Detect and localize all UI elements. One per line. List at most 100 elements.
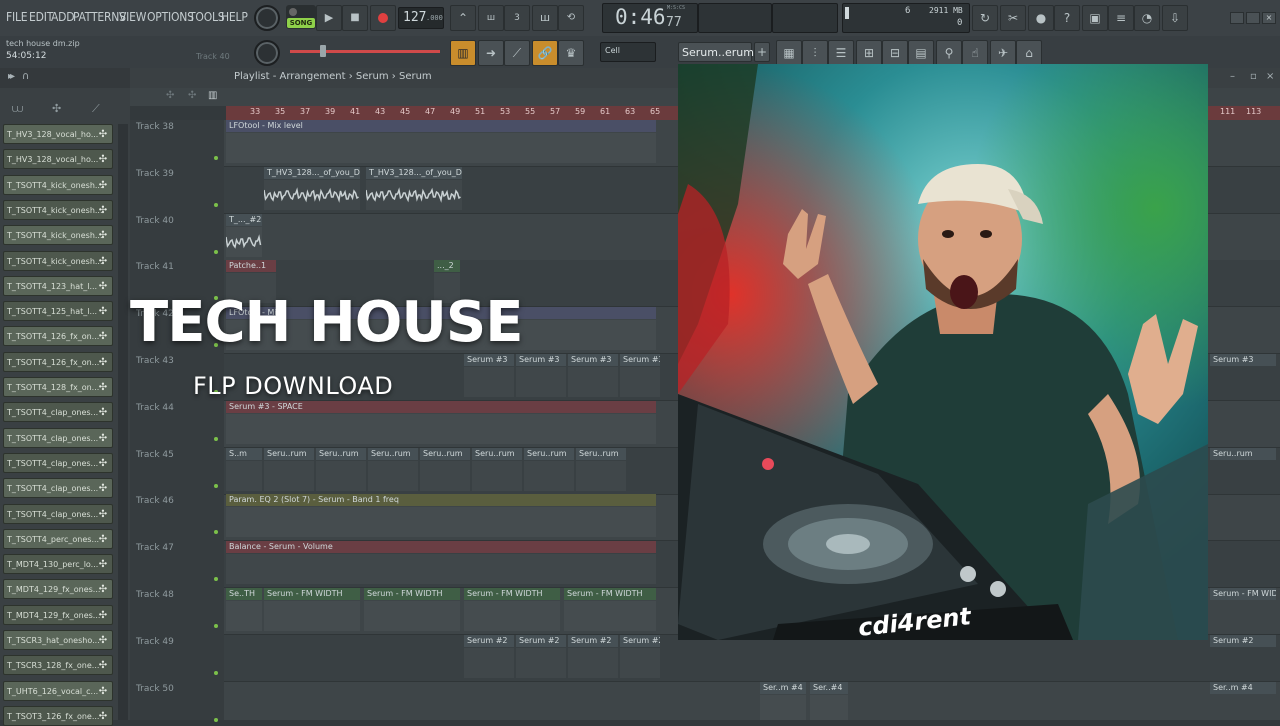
add-to-project-icon[interactable]: ✣ [96, 580, 110, 598]
pattern-clip[interactable]: Seru..rum [576, 447, 626, 460]
menu-patterns[interactable]: PATTERNS [73, 10, 126, 24]
playlist-close-icon[interactable]: × [1266, 71, 1274, 82]
add-to-project-icon[interactable]: ✣ [96, 403, 110, 421]
track-label[interactable]: Track 48 [136, 590, 174, 600]
plugin-icon[interactable]: ⊟ [882, 40, 908, 66]
browser-item[interactable]: T_UHT6_126_vocal_c... ✣ [3, 680, 113, 701]
browser-item[interactable]: T_TSOTT4_clap_ones... ✣ [3, 452, 113, 473]
track-enabled-led[interactable] [214, 202, 218, 207]
track-label[interactable]: Track 43 [136, 356, 174, 366]
browser-item[interactable]: T_MDT4_129_fx_ones... ✣ [3, 604, 113, 625]
browser-item[interactable]: T_TSOTT4_clap_ones... ✣ [3, 427, 113, 448]
browser-item[interactable]: T_TSOTT4_clap_ones... ✣ [3, 478, 113, 499]
add-to-project-icon[interactable]: ✣ [96, 707, 110, 725]
loop-record-icon[interactable]: ⟲ [558, 5, 584, 31]
track-row[interactable]: Ser..m #4 Ser..#4 [224, 681, 1280, 720]
touch-icon[interactable]: ☝ [962, 40, 988, 66]
mixer-icon[interactable]: ≡ [1108, 5, 1134, 31]
pat-song-switch[interactable]: SONG [286, 5, 316, 29]
pattern-clip[interactable]: Seru..rum [472, 447, 522, 460]
pattern-clip[interactable]: Serum - FM WIDTH [464, 588, 560, 600]
pattern-clip[interactable]: Serum #3 [620, 354, 660, 366]
step-edit-icon[interactable]: 3 [504, 5, 530, 31]
pattern-clip[interactable]: Patche..1 [226, 260, 276, 273]
add-to-project-icon[interactable]: ✣ [96, 302, 110, 320]
browser-item[interactable]: T_MDT4_130_perc_lo... ✣ [3, 554, 113, 575]
track-label[interactable]: Track 50 [136, 684, 174, 694]
master-pitch-knob[interactable] [254, 40, 280, 66]
pattern-clip[interactable]: Serum #2 [1210, 634, 1276, 647]
menu-options[interactable]: OPTIONS [147, 10, 194, 24]
browser-item[interactable]: T_TSCR3_hat_onesho... ✣ [3, 630, 113, 650]
zoom-tool-icon[interactable]: ✣ [188, 90, 196, 101]
master-volume-knob[interactable] [254, 5, 280, 31]
add-pattern-icon[interactable]: + [754, 42, 770, 62]
time-display[interactable]: 0:46 M:S:CS 77 [602, 3, 698, 33]
add-to-project-icon[interactable]: ✣ [96, 327, 110, 345]
browser-item[interactable]: T_TSOTT4_126_fx_on... ✣ [3, 351, 113, 372]
track-label[interactable]: Track 40 [136, 216, 174, 226]
master-pitch-slider[interactable] [290, 45, 440, 57]
brush-icon[interactable]: ⟋ [504, 40, 530, 66]
track-enabled-led[interactable] [214, 483, 218, 488]
pattern-clip[interactable]: Ser..m #4 [760, 681, 806, 694]
snap-tool-icon[interactable]: ✣ [166, 90, 174, 101]
pattern-clip[interactable]: Se..TH [226, 588, 262, 600]
browser-item[interactable]: T_HV3_128_vocal_ho... ✣ [3, 149, 113, 170]
track-label[interactable]: Track 45 [136, 450, 174, 460]
browser-item[interactable]: T_TSOTT4_125_hat_l... ✣ [3, 301, 113, 322]
browser-icon[interactable]: ☰ [828, 40, 854, 66]
pattern-clip[interactable]: Serum #2 [568, 634, 618, 647]
track-enabled-led[interactable] [214, 436, 218, 441]
add-to-project-icon[interactable]: ✣ [96, 150, 110, 168]
pattern-clip[interactable]: Seru..rum [420, 447, 470, 460]
menu-tools[interactable]: TOOLS [189, 10, 225, 24]
save-icon[interactable]: ▣ [1082, 5, 1108, 31]
pattern-clip[interactable]: Seru..rum [368, 447, 418, 460]
add-to-project-icon[interactable]: ✣ [96, 252, 110, 270]
add-to-project-icon[interactable]: ✣ [96, 454, 110, 472]
menu-edit[interactable]: EDIT [29, 10, 53, 24]
play-button[interactable]: ▶ [316, 5, 342, 31]
track-enabled-led[interactable] [214, 156, 218, 160]
pattern-clip[interactable]: Serum #3 [568, 354, 618, 366]
wait-input-icon[interactable]: ш [478, 5, 504, 31]
pattern-clip[interactable]: Seru..rum [316, 447, 366, 460]
pattern-clip[interactable]: Ser..#4 [810, 681, 848, 694]
track-label[interactable]: Track 49 [136, 637, 174, 647]
pattern-clip[interactable]: Serum #3 [516, 354, 566, 366]
browser-files-icon[interactable]: ⩊ [12, 102, 23, 116]
bird-icon[interactable]: ✈ [990, 40, 1016, 66]
track-enabled-led[interactable] [214, 530, 218, 535]
menu-file[interactable]: FILE [6, 10, 28, 24]
add-to-project-icon[interactable]: ✣ [96, 606, 110, 624]
browser-item[interactable]: T_TSOTT4_kick_onesh... ✣ [3, 225, 113, 246]
add-to-project-icon[interactable]: ✣ [96, 201, 110, 219]
plug-icon[interactable]: ⚲ [936, 40, 962, 66]
browser-item[interactable]: T_TSOTT4_kick_onesh... ✣ [3, 250, 113, 271]
restore-window-icon[interactable] [1246, 12, 1260, 24]
pattern-clip[interactable]: Serum #3 [1210, 354, 1276, 366]
pattern-clip[interactable]: S..m [226, 447, 262, 460]
track-label[interactable]: Track 41 [136, 262, 174, 272]
add-to-project-icon[interactable]: ✣ [96, 555, 110, 573]
add-to-project-icon[interactable]: ✣ [96, 682, 110, 700]
browser-scrollbar[interactable] [118, 124, 128, 720]
browser-item[interactable]: T_HV3_128_vocal_ho... ✣ [3, 124, 113, 144]
track-enabled-led[interactable] [214, 249, 218, 254]
pattern-clip[interactable]: Ser..m #4 [1210, 681, 1276, 694]
browser-plugins-icon[interactable]: ✣ [52, 102, 61, 115]
piano-roll-icon[interactable]: ⫶ [802, 40, 828, 66]
playlist-minimize-icon[interactable]: – [1230, 71, 1235, 82]
add-to-project-icon[interactable]: ✣ [96, 277, 110, 295]
playlist-button[interactable]: ▥ [450, 40, 476, 66]
browser-item[interactable]: T_TSOTT4_126_fx_on... ✣ [3, 326, 113, 347]
link-icon[interactable]: 🔗 [532, 40, 558, 66]
track-label[interactable]: Track 46 [136, 496, 174, 506]
pattern-selector[interactable]: Serum..erum [678, 42, 754, 62]
browser-item[interactable]: T_TSOTT4_123_hat_l... ✣ [3, 275, 113, 296]
help-icon[interactable]: ? [1054, 5, 1080, 31]
pattern-clip[interactable]: Seru..rum [264, 447, 314, 460]
arrow-icon[interactable]: ➜ [478, 40, 504, 66]
add-to-project-icon[interactable]: ✣ [96, 125, 110, 143]
